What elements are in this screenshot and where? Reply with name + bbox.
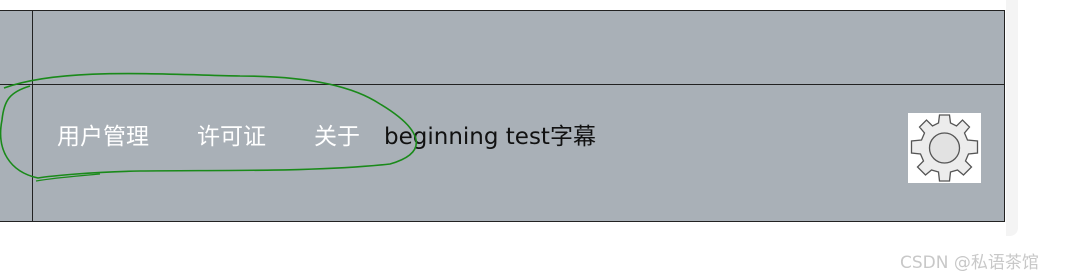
marquee-text: beginning test字幕 [384, 124, 596, 150]
gear-icon [910, 114, 979, 182]
settings-button[interactable] [908, 113, 981, 183]
header-panel [0, 10, 1005, 222]
main-nav: 用户管理 许可证 关于 beginning test字幕 [57, 118, 596, 150]
nav-item-user-management[interactable]: 用户管理 [57, 117, 149, 151]
panel-horizontal-divider [0, 84, 1005, 85]
panel-vertical-divider [32, 10, 33, 222]
app-stage: 用户管理 许可证 关于 beginning test字幕 CSDN @私语茶馆 [0, 0, 1065, 278]
nav-item-license[interactable]: 许可证 [197, 117, 266, 151]
watermark: CSDN @私语茶馆 [900, 253, 1039, 273]
nav-item-about[interactable]: 关于 [314, 117, 360, 151]
page-edge-strip [1006, 0, 1018, 236]
